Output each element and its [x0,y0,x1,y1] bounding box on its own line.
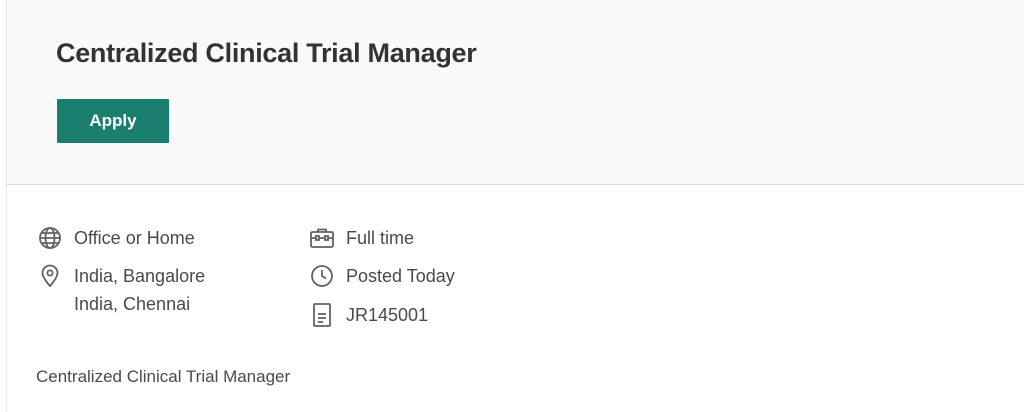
location-line: India, Chennai [74,294,191,314]
requisition-row: JR145001 [309,301,428,329]
job-title: Centralized Clinical Trial Manager [56,38,477,68]
briefcase-icon [309,224,335,252]
posted-row: Posted Today [309,262,455,290]
document-icon [309,301,335,329]
location-line: India, Bangalore [74,266,206,286]
clock-icon [309,262,335,290]
globe-icon [37,224,63,252]
posted-text: Posted Today [346,266,455,286]
map-pin-icon [37,262,63,290]
workplace-row: Office or Home [37,224,195,252]
time-type-text: Full time [346,228,415,248]
apply-button[interactable]: Apply [57,99,169,143]
locations-row: India, Bangalore India, Chennai [37,262,205,318]
requisition-id: JR145001 [346,305,429,325]
header-divider [7,184,1024,185]
job-header [7,0,1024,184]
job-description: Centralized Clinical Trial Manager [36,367,291,386]
time-type-row: Full time [309,224,414,252]
workplace-text: Office or Home [74,228,195,248]
